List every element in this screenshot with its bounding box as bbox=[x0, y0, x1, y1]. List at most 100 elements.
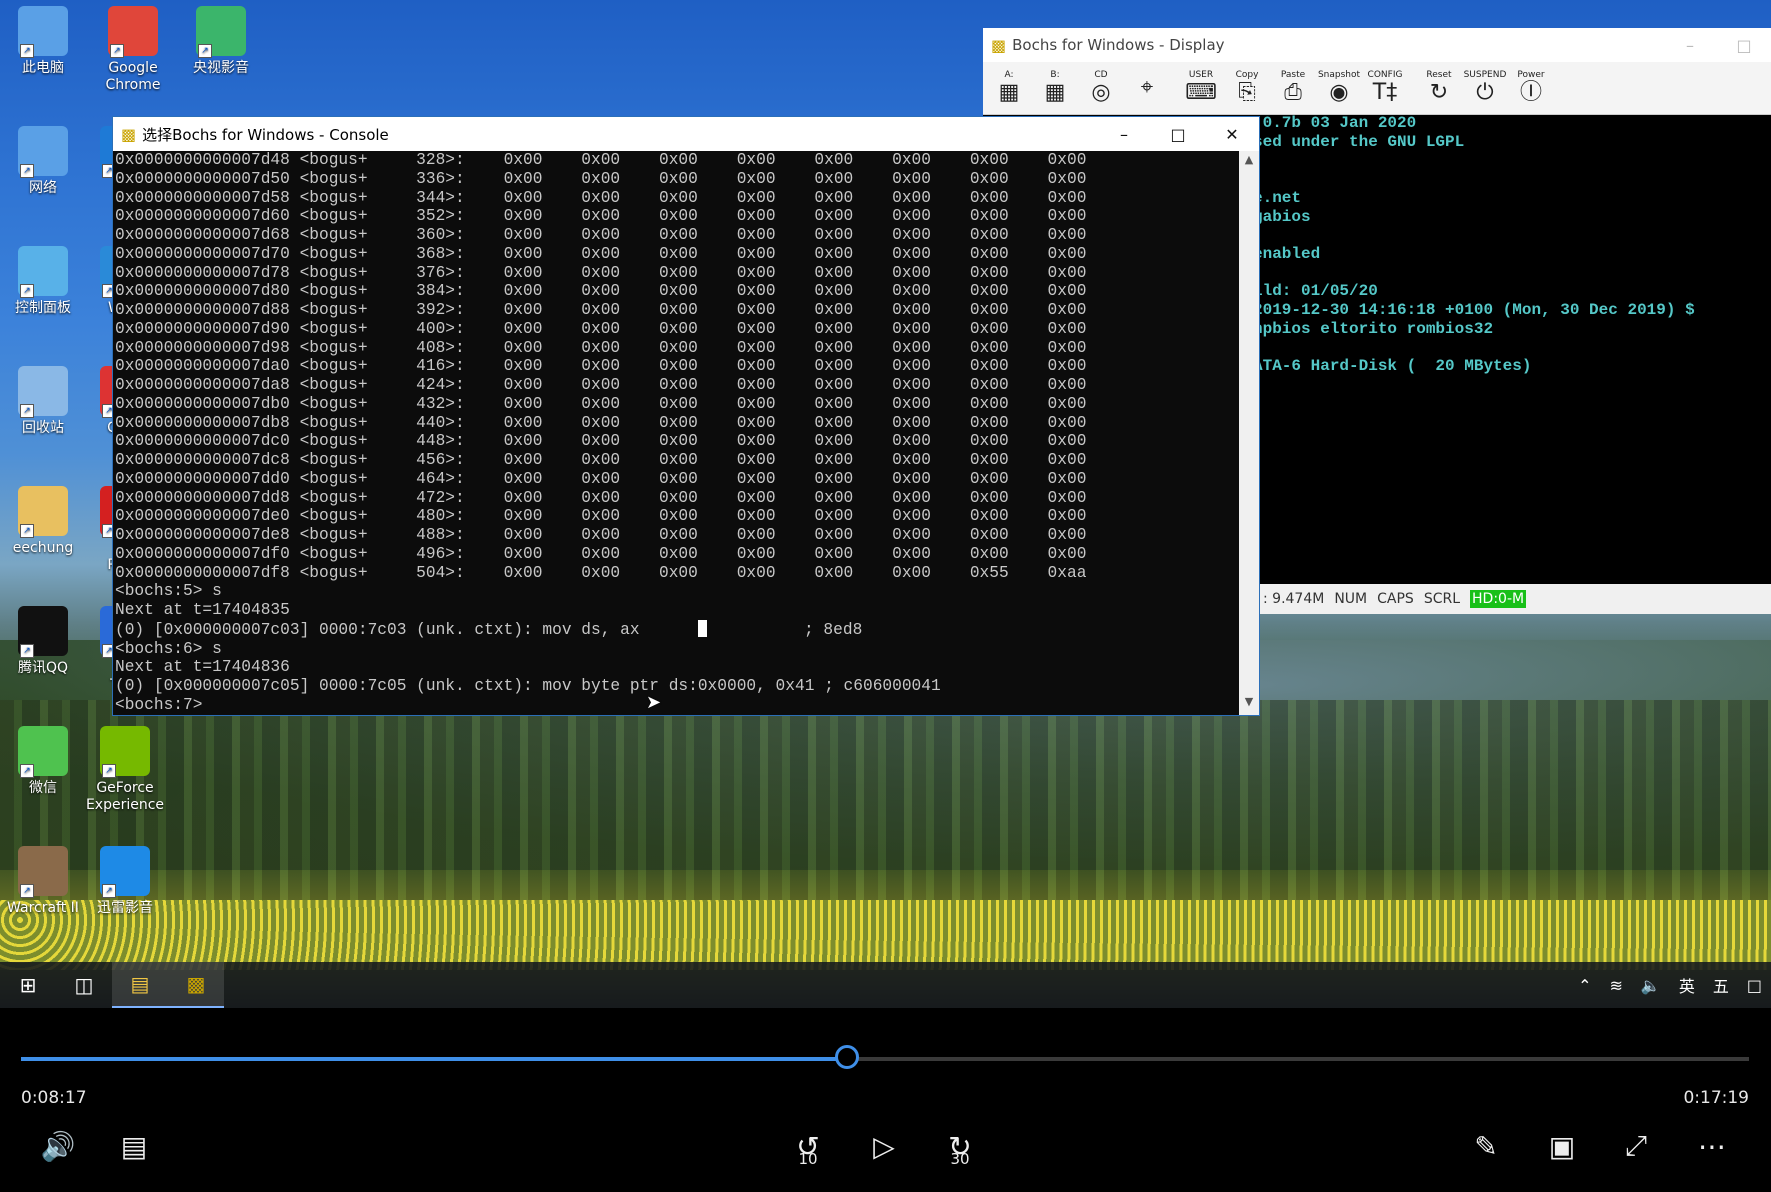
seek-progress bbox=[21, 1057, 847, 1061]
console-line: 0x0000000000007db0 <bogus+ 432>: 0x00 0x… bbox=[115, 394, 1087, 413]
minimize-button[interactable]: – bbox=[1097, 125, 1151, 144]
desktop-icon[interactable]: ↗ eechung bbox=[0, 486, 86, 557]
rewind-button[interactable]: ↺ 10 bbox=[784, 1122, 832, 1170]
desktop-icon[interactable]: ↗ 迅雷影音 bbox=[82, 846, 168, 917]
network-icon: ↗ bbox=[18, 126, 68, 178]
language-indicator[interactable]: 英 bbox=[1679, 973, 1695, 997]
floppy-a-button[interactable]: A: ▦ bbox=[987, 65, 1031, 111]
console-line: 0x0000000000007d80 <bogus+ 384>: 0x00 0x… bbox=[115, 282, 1087, 301]
floppy-b-button[interactable]: B: ▦ bbox=[1033, 65, 1077, 111]
scroll-up-icon[interactable]: ▲ bbox=[1239, 153, 1259, 171]
copy-button[interactable]: Copy ⎘ bbox=[1225, 65, 1269, 111]
video-frame: ↗此电脑↗Google Chrome↗央视影音↗网络↗Mic Ed↗控制面板↗W… bbox=[0, 0, 1771, 1008]
cdrom-icon: ◎ bbox=[1091, 80, 1111, 105]
mouse-capture-button[interactable]: ⌖ bbox=[1125, 65, 1169, 111]
wechat-icon: ↗ bbox=[18, 726, 68, 778]
start-icon[interactable]: ⊞ bbox=[0, 962, 56, 1008]
desktop-icon[interactable]: ↗ Warcraft II bbox=[0, 846, 86, 917]
notification-icon[interactable]: □ bbox=[1747, 976, 1762, 995]
scroll-down-icon[interactable]: ▼ bbox=[1239, 695, 1259, 713]
ips-readout: : 9.474M bbox=[1263, 591, 1325, 607]
shortcut-arrow-icon: ↗ bbox=[102, 764, 116, 778]
console-line: <bochs:6> s bbox=[115, 639, 222, 658]
desktop-icon[interactable]: ↗ 网络 bbox=[0, 126, 86, 197]
toolbar-label: B: bbox=[1050, 70, 1060, 80]
console-line: 0x0000000000007d58 <bogus+ 344>: 0x00 0x… bbox=[115, 188, 1087, 207]
bochs-icon[interactable]: ▩ bbox=[168, 962, 224, 1008]
console-line: 0x0000000000007dc8 <bogus+ 456>: 0x00 0x… bbox=[115, 451, 1087, 469]
console-line: 0x0000000000007df8 <bogus+ 504>: 0x00 0x… bbox=[115, 563, 1087, 582]
console-scrollbar[interactable]: ▲ ▼ bbox=[1239, 151, 1259, 715]
maximize-button[interactable]: □ bbox=[1717, 36, 1771, 55]
shortcut-arrow-icon: ↗ bbox=[198, 44, 212, 58]
desktop-icon-label: Google Chrome bbox=[105, 60, 161, 93]
console-line: 0x0000000000007d68 <bogus+ 360>: 0x00 0x… bbox=[115, 226, 1087, 244]
toolbar-label: Snapshot bbox=[1317, 70, 1361, 80]
ime-indicator[interactable]: 五 bbox=[1713, 973, 1729, 997]
desktop-icon-label: GeForce Experience bbox=[85, 780, 165, 813]
screen-line: 2019-12-30 14:16:18 +0100 (Mon, 30 Dec 2… bbox=[1253, 301, 1695, 320]
forward-button[interactable]: ↻ 30 bbox=[936, 1122, 984, 1170]
desktop-icon[interactable]: ↗ 腾讯QQ bbox=[0, 606, 86, 677]
seek-bar[interactable] bbox=[21, 1045, 1749, 1069]
desktop-icon[interactable]: ↗ 控制面板 bbox=[0, 246, 86, 317]
shortcut-arrow-icon: ↗ bbox=[20, 404, 34, 418]
display-statusbar: : 9.474M NUM CAPS SCRL HD:0-M bbox=[1253, 584, 1771, 614]
edit-button[interactable]: ✎ bbox=[1462, 1122, 1510, 1170]
mini-view-button[interactable]: ▣ bbox=[1538, 1122, 1586, 1170]
mouse-capture-icon: ⌖ bbox=[1140, 75, 1154, 100]
shortcut-arrow-icon: ↗ bbox=[20, 764, 34, 778]
console-line: (0) [0x000000007c05] 0000:7c05 (unk. ctx… bbox=[115, 677, 941, 695]
desktop-icon[interactable]: ↗ 微信 bbox=[0, 726, 86, 797]
user-folder-icon: ↗ bbox=[18, 486, 68, 538]
maximize-button[interactable]: □ bbox=[1151, 125, 1205, 144]
toolbar-label: Reset bbox=[1426, 70, 1452, 80]
file-explorer-icon[interactable]: ▤ bbox=[112, 962, 168, 1008]
floppy-b-icon: ▦ bbox=[1044, 80, 1066, 105]
console-line: 0x0000000000007de8 <bogus+ 488>: 0x00 0x… bbox=[115, 526, 1087, 544]
desktop-icon[interactable]: ↗ 回收站 bbox=[0, 366, 86, 437]
close-button[interactable]: ✕ bbox=[1205, 125, 1259, 144]
desktop-icon-label: 微信 bbox=[29, 780, 57, 796]
display-titlebar[interactable]: ▩ Bochs for Windows - Display – □ bbox=[983, 28, 1771, 62]
config-button[interactable]: CONFIG T‡ bbox=[1363, 65, 1407, 111]
camera-icon: ◉ bbox=[1329, 80, 1349, 105]
suspend-button[interactable]: SUSPEND ⏻ bbox=[1463, 65, 1507, 111]
screen-line: ild: 01/05/20 bbox=[1253, 282, 1378, 301]
keyboard-button[interactable]: USER ⌨ bbox=[1179, 65, 1223, 111]
seek-thumb[interactable] bbox=[834, 1045, 859, 1069]
taskbar: ⊞ ◫ ▤ ▩ ⌃ ≋ 🔈 英 五 □ bbox=[0, 962, 1771, 1008]
desktop-icon-label: eechung bbox=[12, 540, 74, 556]
task-view-icon[interactable]: ◫ bbox=[56, 962, 112, 1008]
desktop-icon[interactable]: ↗ Google Chrome bbox=[90, 6, 176, 94]
camera-button[interactable]: Snapshot ◉ bbox=[1317, 65, 1361, 111]
desktop-icon[interactable]: ↗ GeForce Experience bbox=[82, 726, 168, 814]
volume-icon[interactable]: 🔈 bbox=[1641, 976, 1661, 995]
media-player-controls: 0:08:17 0:17:19 🔊 ▤ ↺ 10 ▷ ↻ 30 ✎ ▣ ⤢ ⋯ bbox=[0, 1008, 1771, 1192]
console-line: 0x0000000000007db8 <bogus+ 440>: 0x00 0x… bbox=[115, 413, 1087, 432]
shortcut-arrow-icon: ↗ bbox=[110, 44, 124, 58]
desktop-icon[interactable]: ↗ 此电脑 bbox=[0, 6, 86, 77]
toolbar-label: USER bbox=[1188, 70, 1214, 80]
bochs-console-window[interactable]: ▩ 选择Bochs for Windows - Console – □ ✕ 0x… bbox=[112, 116, 1260, 716]
paste-button[interactable]: Paste ⎙ bbox=[1271, 65, 1315, 111]
console-titlebar[interactable]: ▩ 选择Bochs for Windows - Console – □ ✕ bbox=[113, 117, 1259, 151]
volume-button[interactable]: 🔊 bbox=[34, 1122, 82, 1170]
desktop-icon-label: 此电脑 bbox=[22, 60, 64, 76]
wifi-icon[interactable]: ≋ bbox=[1610, 976, 1623, 995]
more-button[interactable]: ⋯ bbox=[1688, 1122, 1736, 1170]
cdrom-button[interactable]: CD ◎ bbox=[1079, 65, 1123, 111]
chevron-up-icon[interactable]: ⌃ bbox=[1578, 976, 1591, 995]
fullscreen-button[interactable]: ⤢ bbox=[1612, 1122, 1660, 1170]
screen-line: 0.7b 03 Jan 2020 bbox=[1253, 114, 1417, 132]
reset-button[interactable]: Reset ↻ bbox=[1417, 65, 1461, 111]
console-line: <bochs:5> s bbox=[115, 582, 222, 601]
keyboard-icon: ⌨ bbox=[1185, 80, 1217, 105]
console-line: 0x0000000000007d78 <bogus+ 376>: 0x00 0x… bbox=[115, 263, 1087, 282]
console-output[interactable]: 0x0000000000007d48 <bogus+ 328>: 0x00 0x… bbox=[113, 151, 1239, 715]
minimize-button[interactable]: – bbox=[1663, 36, 1717, 55]
play-button[interactable]: ▷ bbox=[860, 1122, 908, 1170]
desktop-icon[interactable]: ↗ 央视影音 bbox=[178, 6, 264, 77]
power-button[interactable]: Power Ⓘ bbox=[1509, 65, 1553, 111]
captions-button[interactable]: ▤ bbox=[110, 1122, 158, 1170]
